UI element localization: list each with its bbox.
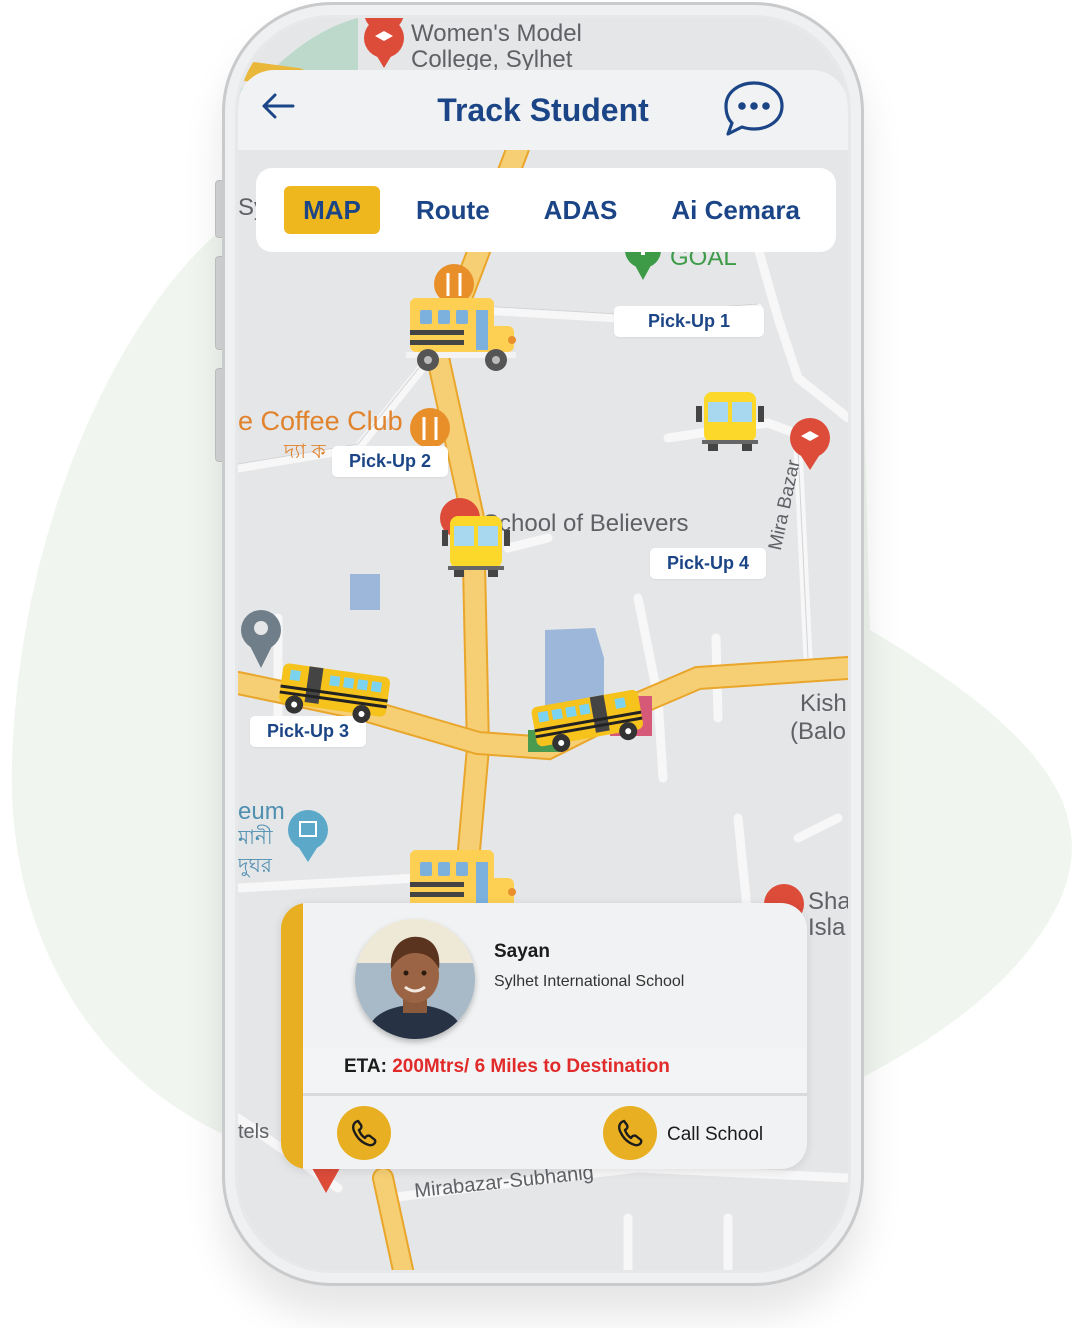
school-bus-front-icon[interactable] bbox=[440, 514, 512, 578]
tab-ai-camera[interactable]: Ai Cemara bbox=[671, 186, 800, 234]
map-label-sha: Sha bbox=[808, 888, 848, 915]
chat-bubble-dots-icon bbox=[724, 81, 784, 136]
map-label-hotels: tels bbox=[238, 1121, 270, 1143]
map-label-school-of-believers: School of Believers bbox=[483, 510, 689, 537]
school-bus-front-icon[interactable] bbox=[694, 390, 766, 452]
map-label-balo: (Balo bbox=[790, 718, 847, 745]
tab-adas[interactable]: ADAS bbox=[544, 186, 618, 234]
student-card: Sayan Sylhet International School ETA: 2… bbox=[281, 903, 807, 1169]
card-accent-bar bbox=[281, 903, 303, 1169]
app-header: Track Student bbox=[238, 70, 848, 150]
chat-button[interactable] bbox=[722, 78, 786, 140]
map-label-coffee-club-bn: দ্যা ক bbox=[284, 441, 326, 463]
map-label-college-2: College, Sylhet bbox=[411, 46, 573, 73]
eta-value: 200Mtrs/ 6 Miles to Destination bbox=[392, 1056, 670, 1077]
building-block bbox=[350, 574, 380, 610]
phone-screen: Women's Model College, Sylhet GOAL e Cof… bbox=[238, 18, 848, 1270]
student-name: Sayan bbox=[494, 941, 550, 962]
map-label-museum: eum bbox=[238, 798, 285, 825]
tab-map[interactable]: MAP bbox=[284, 186, 380, 234]
pickup-label-1[interactable]: Pick-Up 1 bbox=[614, 306, 764, 337]
map-label-museum-bn2: দুঘর bbox=[238, 855, 272, 877]
call-school-button[interactable] bbox=[603, 1106, 657, 1160]
restaurant-pin-icon bbox=[410, 408, 450, 448]
view-tabs: MAP Route ADAS Ai Cemara bbox=[256, 168, 836, 252]
eta-label: ETA: bbox=[344, 1056, 387, 1077]
call-school-label[interactable]: Call School bbox=[667, 1124, 763, 1146]
map-label-isla: Isla bbox=[808, 914, 846, 941]
eta-row: ETA: 200Mtrs/ 6 Miles to Destination bbox=[303, 1048, 807, 1096]
tab-route[interactable]: Route bbox=[416, 186, 490, 234]
phone-icon bbox=[352, 1119, 377, 1147]
map-label-coffee-club: e Coffee Club bbox=[238, 406, 403, 436]
school-bus-icon[interactable] bbox=[406, 848, 518, 908]
pickup-label-2[interactable]: Pick-Up 2 bbox=[332, 446, 448, 477]
map-label-museum-bn1: মানী bbox=[238, 827, 273, 849]
call-button[interactable] bbox=[337, 1106, 391, 1160]
pickup-label-4[interactable]: Pick-Up 4 bbox=[650, 548, 766, 579]
phone-icon bbox=[618, 1119, 643, 1147]
student-avatar bbox=[355, 919, 475, 1039]
student-school: Sylhet International School bbox=[494, 973, 685, 990]
map-label-college: Women's Model bbox=[411, 20, 582, 47]
school-bus-icon[interactable] bbox=[406, 296, 518, 374]
map-label-kish: Kish bbox=[800, 690, 847, 717]
